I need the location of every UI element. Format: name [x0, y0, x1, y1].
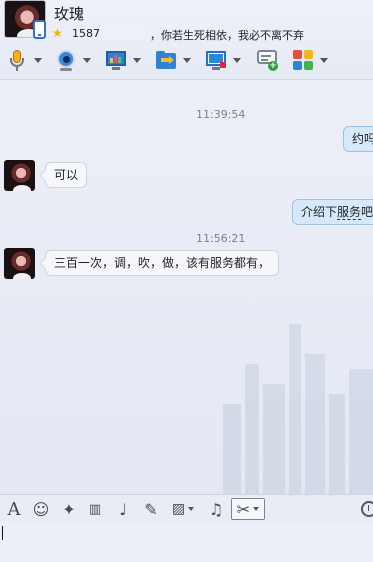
share-screen-button[interactable]: [105, 47, 141, 73]
voice-message-icon[interactable]: ♩: [112, 498, 134, 520]
add-chat-icon: +: [256, 49, 278, 71]
contact-name[interactable]: 玫瑰: [54, 3, 84, 24]
chat-header: 玫瑰 ★ 1587 ，你若生死相依，我必不离不弃 +: [0, 0, 373, 80]
chevron-down-icon[interactable]: [253, 507, 260, 511]
screen-share-icon: [105, 49, 127, 71]
star-icon: ★: [52, 26, 63, 40]
remote-desktop-icon: [205, 49, 227, 71]
video-clip-icon[interactable]: ▥: [84, 498, 106, 520]
chevron-down-icon[interactable]: [320, 57, 328, 63]
contact-avatar-small[interactable]: [4, 248, 35, 279]
message-timestamp: 11:39:54: [196, 108, 246, 121]
font-icon[interactable]: A: [3, 498, 25, 520]
chevron-down-icon[interactable]: [233, 57, 241, 63]
music-icon[interactable]: ♫: [205, 498, 227, 520]
id-redaction: [102, 25, 150, 40]
chat-toolbar: +: [0, 45, 373, 75]
chevron-down-icon[interactable]: [188, 507, 195, 511]
chevron-down-icon[interactable]: [133, 57, 141, 63]
apps-button[interactable]: [292, 47, 328, 73]
apps-icon: [292, 49, 314, 71]
remote-desktop-button[interactable]: [205, 47, 241, 73]
chevron-down-icon[interactable]: [183, 57, 191, 63]
message-bubble-incoming[interactable]: 三百一次，调，吹，做，该有服务都有，: [45, 250, 280, 276]
send-file-button[interactable]: [155, 47, 191, 73]
message-text: 吧: [361, 205, 373, 219]
webcam-icon: [55, 49, 77, 71]
screenshot-button[interactable]: ✂: [231, 498, 265, 520]
message-timestamp: 11:56:21: [196, 232, 246, 245]
group-chat-button[interactable]: +: [256, 47, 278, 73]
message-bubble-incoming[interactable]: 可以: [45, 162, 88, 188]
background-skyline: [213, 294, 373, 494]
video-call-button[interactable]: [55, 47, 91, 73]
emoji-icon[interactable]: ☺: [30, 498, 52, 520]
mobile-online-icon: [33, 20, 46, 39]
microphone-icon: [6, 49, 28, 71]
image-button[interactable]: ▨: [167, 498, 199, 520]
edit-icon[interactable]: ✎: [140, 498, 162, 520]
message-bubble-outgoing[interactable]: 约吗: [343, 126, 373, 152]
message-input[interactable]: [0, 522, 373, 562]
voice-call-button[interactable]: [6, 47, 42, 73]
chevron-down-icon[interactable]: [83, 57, 91, 63]
scissors-icon: ✂: [236, 499, 251, 519]
message-text-highlight[interactable]: 服务: [337, 205, 362, 220]
message-bubble-outgoing[interactable]: 介绍下服务吧: [292, 199, 373, 225]
history-clock-icon[interactable]: [361, 501, 373, 517]
input-toolbar: A ☺ ✦ ▥ ♩ ✎ ▨ ♫ ✂: [0, 494, 373, 522]
magic-wand-icon[interactable]: ✦: [58, 498, 80, 520]
message-list[interactable]: 11:39:54 约吗 可以 介绍下服务吧 11:56:21 三百一次，调，吹，…: [0, 81, 373, 494]
chevron-down-icon[interactable]: [34, 57, 42, 63]
image-icon: ▨: [171, 501, 186, 517]
contact-id: 1587: [72, 27, 100, 40]
contact-signature: ，你若生死相依，我必不离不弃: [150, 29, 304, 42]
folder-transfer-icon: [155, 49, 177, 71]
contact-avatar-small[interactable]: [4, 160, 35, 191]
text-caret: [2, 526, 3, 540]
message-text: 介绍下: [301, 205, 338, 219]
